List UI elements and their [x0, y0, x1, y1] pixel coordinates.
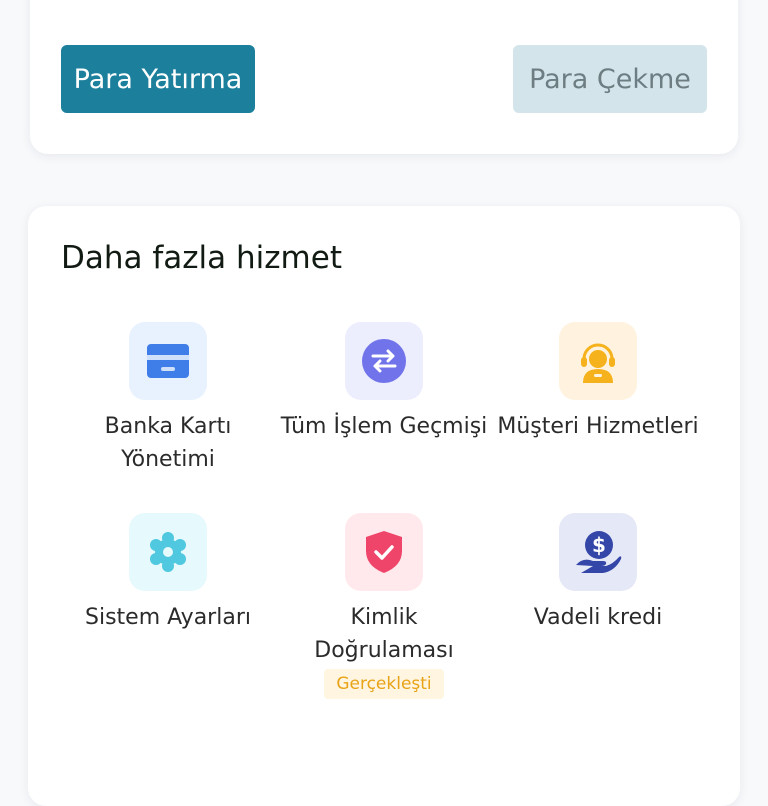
bank-card-icon	[129, 322, 207, 400]
service-label: Vadeli kredi	[533, 605, 663, 630]
customer-service-icon	[559, 322, 637, 400]
service-label: Sistem Ayarları	[85, 605, 251, 630]
service-system-settings[interactable]: Sistem Ayarları	[58, 513, 278, 634]
exchange-icon	[345, 322, 423, 400]
withdraw-button[interactable]: Para Çekme	[513, 45, 707, 113]
service-customer-support[interactable]: Müşteri Hizmetleri	[488, 322, 708, 443]
svg-text:$: $	[592, 533, 606, 557]
service-label: Tüm İşlem Geçmişi	[280, 414, 488, 439]
service-label: Kimlik Doğrulaması	[314, 605, 454, 663]
service-label: Müşteri Hizmetleri	[497, 414, 699, 439]
service-bank-card[interactable]: Banka Kartı Yönetimi	[58, 322, 278, 476]
service-all-transactions[interactable]: Tüm İşlem Geçmişi	[274, 322, 494, 443]
services-card: Daha fazla hizmet Banka Kartı Yönetimi T…	[28, 206, 740, 806]
dollar-hand-icon: $	[559, 513, 637, 591]
service-label: Banka Kartı Yönetimi	[104, 414, 232, 472]
gear-icon	[129, 513, 207, 591]
deposit-button[interactable]: Para Yatırma	[61, 45, 255, 113]
services-title: Daha fazla hizmet	[61, 240, 342, 276]
service-term-loan[interactable]: $ Vadeli kredi	[488, 513, 708, 634]
service-identity-verification[interactable]: Kimlik Doğrulaması Gerçekleşti	[274, 513, 494, 699]
shield-check-icon	[345, 513, 423, 591]
action-card: Para Yatırma Para Çekme	[30, 0, 738, 154]
status-badge: Gerçekleşti	[324, 669, 444, 699]
